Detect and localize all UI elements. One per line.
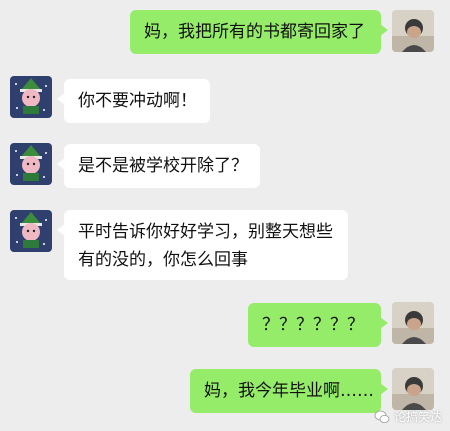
avatar-other[interactable] xyxy=(10,76,52,118)
message-text: ？？？？？？ xyxy=(262,315,364,335)
message-text: 你不要冲动啊！ xyxy=(78,91,197,111)
message-bubble-other[interactable]: 平时告诉你好好学习，别整天想些 有的没的，你怎么回事 xyxy=(57,210,348,280)
avatar-self-photo xyxy=(392,10,434,52)
message-bubble-other[interactable]: 是不是被学校开除了？ xyxy=(57,144,260,188)
avatar-other-cartoon xyxy=(10,76,52,118)
avatar-self-photo xyxy=(392,368,434,410)
message-text: 妈，我把所有的书都寄回家了 xyxy=(144,22,365,42)
message-bubble-self[interactable]: ？？？？？？ xyxy=(248,303,388,347)
message-bubble-self[interactable]: 妈，我把所有的书都寄回家了 xyxy=(130,10,388,54)
message-text-line: 平时告诉你好好学习，别整天想些 xyxy=(78,222,333,242)
avatar-self[interactable] xyxy=(392,10,434,52)
message-text: 妈，我今年毕业啊…… xyxy=(204,381,374,401)
avatar-other-cartoon xyxy=(10,143,52,185)
avatar-self[interactable] xyxy=(392,368,434,410)
message-text-line: 有的没的，你怎么回事 xyxy=(78,250,248,270)
message-bubble-self[interactable]: 妈，我今年毕业啊…… xyxy=(190,369,388,413)
watermark-text: 论搞笑达 xyxy=(393,410,442,424)
wechat-icon xyxy=(374,410,390,423)
message-text: 是不是被学校开除了？ xyxy=(78,156,248,176)
watermark: 论搞笑达 xyxy=(374,408,442,425)
avatar-self-photo xyxy=(392,302,434,344)
avatar-other[interactable] xyxy=(10,210,52,252)
message-bubble-other[interactable]: 你不要冲动啊！ xyxy=(57,79,210,123)
avatar-self[interactable] xyxy=(392,302,434,344)
avatar-other[interactable] xyxy=(10,143,52,185)
avatar-other-cartoon xyxy=(10,210,52,252)
